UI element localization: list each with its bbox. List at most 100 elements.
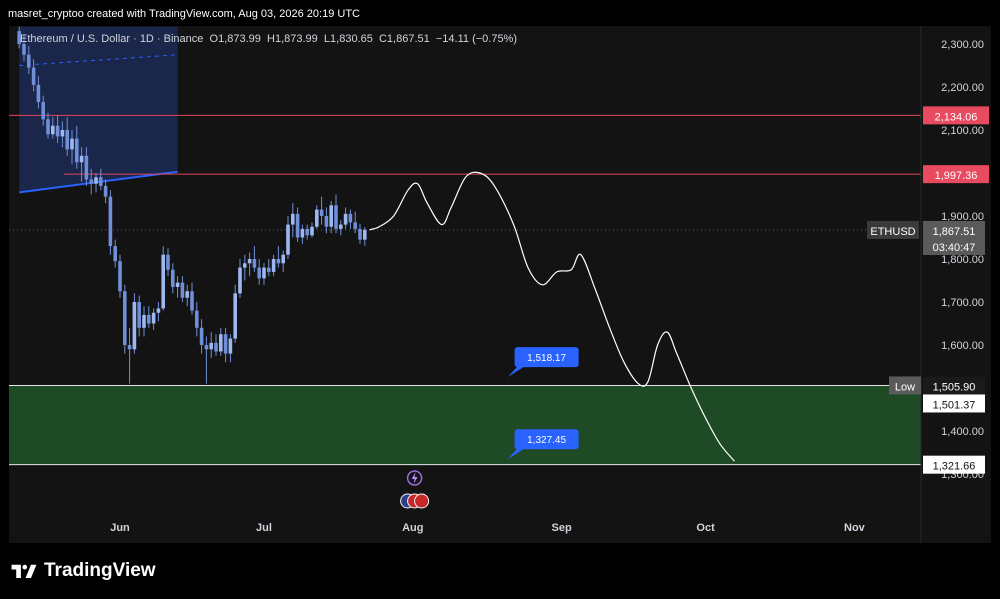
y-tick-label: 2,100.00: [941, 125, 984, 137]
candle: [108, 190, 113, 255]
resistance-price-tag-text: 2,134.06: [935, 111, 978, 123]
candle-body: [238, 267, 242, 294]
callout-label: 1,518.17: [527, 353, 566, 364]
candle-body: [79, 155, 84, 163]
candle-body: [267, 267, 271, 272]
ohlc-low: L1,830.65: [323, 33, 373, 45]
resistance-price-tag: 1,997.36: [923, 165, 989, 184]
candle-body: [123, 291, 127, 345]
price-chart[interactable]: 1,518.171,327.45 1,300.001,400.001,500.0…: [9, 26, 991, 543]
candle-body: [257, 267, 261, 279]
candle-body: [147, 314, 151, 324]
support-mid-tag-text: 1,501.37: [933, 399, 976, 411]
candle: [132, 293, 137, 354]
candle-body: [171, 269, 175, 287]
candle-body: [118, 261, 122, 292]
symbol-tag-text: ETHUSD: [870, 226, 915, 238]
tradingview-logo: TradingView: [10, 560, 156, 582]
chart-credit: masret_cryptoo created with TradingView.…: [8, 8, 360, 20]
candle-body: [151, 312, 156, 324]
ohlc-change: −14.11 (−0.75%): [435, 33, 518, 45]
candle-body: [31, 67, 36, 85]
candle-body: [358, 228, 362, 240]
candle-body: [127, 345, 132, 350]
candle-body: [55, 125, 60, 137]
candle-body: [204, 345, 209, 350]
candle-body: [195, 310, 199, 328]
chart-pane[interactable]: 1,518.171,327.45 1,300.001,400.001,500.0…: [9, 26, 991, 543]
candle-body: [190, 291, 194, 311]
candle-body: [132, 302, 137, 350]
countdown-tag-text: 03:40:47: [933, 242, 976, 254]
candle-body: [185, 291, 189, 298]
us-flag-event-icon: [414, 493, 430, 509]
support-mid-tag: 1,501.37: [923, 394, 985, 413]
candle-body: [70, 138, 74, 150]
candle-body: [228, 338, 233, 354]
candle-body: [51, 125, 55, 135]
y-tick-label: 1,400.00: [941, 426, 984, 438]
candle-body: [233, 293, 237, 339]
support-bottom-tag: 1,321.66: [923, 455, 985, 474]
candle-body: [334, 205, 338, 229]
resistance-price-tag: 2,134.06: [923, 106, 989, 125]
candle-body: [305, 228, 309, 236]
candle-body: [166, 254, 170, 270]
low-tag: Low: [889, 376, 921, 395]
candle-body: [353, 222, 357, 229]
current-price-tag-text: 1,867.51: [933, 226, 976, 238]
candle-body: [156, 308, 161, 313]
x-month-label: Oct: [696, 522, 715, 534]
candle-body: [103, 185, 108, 197]
candle-body: [180, 282, 185, 298]
candle-body: [295, 213, 300, 238]
countdown-tag: 03:40:47: [923, 238, 985, 255]
x-month-label: Nov: [844, 522, 866, 534]
candle-body: [142, 314, 146, 328]
y-tick-label: 1,700.00: [941, 297, 984, 309]
y-tick-label: 2,300.00: [941, 39, 984, 51]
candle-body: [36, 84, 41, 103]
candle-body: [22, 44, 26, 55]
y-tick-label: 2,200.00: [941, 82, 984, 94]
candle-body: [175, 282, 180, 287]
y-tick-label: 1,600.00: [941, 340, 984, 352]
x-month-label: Jun: [110, 522, 130, 534]
candle-body: [161, 254, 165, 309]
candle-body: [41, 102, 45, 120]
x-month-label: Jul: [256, 522, 272, 534]
callout-label: 1,327.45: [527, 435, 566, 446]
candle: [161, 246, 165, 311]
candle-body: [324, 216, 329, 227]
resistance-price-tag-text: 1,997.36: [935, 170, 978, 182]
candle-body: [243, 263, 247, 268]
candle-body: [209, 342, 213, 350]
candle-body: [89, 179, 93, 184]
candle-body: [65, 130, 69, 150]
candle: [123, 284, 127, 354]
candle-body: [319, 209, 324, 216]
candle-body: [271, 259, 276, 272]
support-zone: [9, 385, 921, 465]
candle-body: [281, 254, 285, 264]
tradingview-icon: [11, 564, 37, 578]
candle-body: [262, 267, 266, 279]
candle-body: [108, 196, 113, 247]
symbol-tag: ETHUSD: [867, 220, 919, 239]
candle-body: [84, 155, 89, 180]
candle-body: [252, 259, 257, 268]
support-top-tag-text: 1,505.90: [933, 381, 976, 393]
candle: [118, 254, 122, 298]
candle-body: [363, 229, 367, 240]
candle-body: [137, 302, 141, 328]
low-tag-text: Low: [895, 381, 915, 393]
ohlc-close: C1,867.51: [378, 33, 430, 45]
candle-body: [75, 138, 79, 163]
candle-body: [223, 334, 228, 354]
x-month-label: Sep: [552, 522, 572, 534]
candle-body: [276, 259, 281, 264]
candle-body: [339, 224, 343, 229]
symbol-info: Ethereum / U.S. Dollar · 1D · Binance O1…: [20, 33, 517, 45]
candle-body: [94, 177, 98, 184]
support-bottom-tag-text: 1,321.66: [933, 461, 976, 473]
